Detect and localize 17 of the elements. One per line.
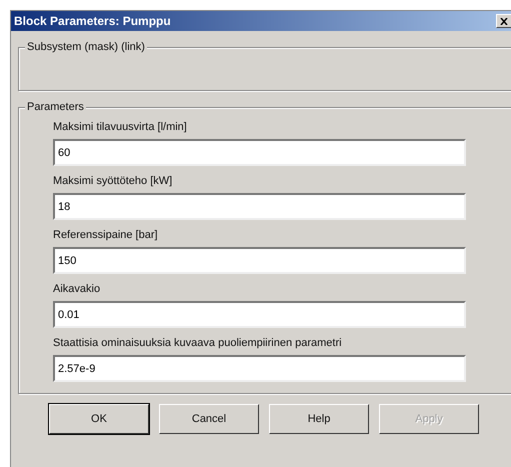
field-label: Maksimi syöttöteho [kW] — [53, 175, 174, 188]
dialog-button[interactable]: OK — [49, 404, 149, 434]
close-button[interactable] — [496, 14, 511, 28]
group-legend: Subsystem (mask) (link) — [25, 40, 147, 54]
dialog-button[interactable]: Cancel — [159, 404, 259, 434]
input-field[interactable]: 2.57e-9 — [53, 355, 466, 382]
input-field[interactable]: 0.01 — [53, 301, 466, 328]
close-icon — [500, 18, 508, 24]
input-field[interactable]: 60 — [53, 139, 466, 166]
input-field[interactable]: 150 — [53, 247, 466, 274]
field-label: Aikavakio — [53, 283, 102, 296]
field-label: Staattisia ominaisuuksia kuvaava puoliempiirinen parametri — [53, 337, 343, 350]
field-label: Referenssipaine [bar] — [53, 229, 159, 242]
window-title: Block Parameters: Pumppu — [14, 13, 171, 30]
dialog-button[interactable]: Help — [269, 404, 369, 434]
field-label: Maksimi tilavuusvirta [l/min] — [53, 121, 188, 134]
input-field[interactable]: 18 — [53, 193, 466, 220]
